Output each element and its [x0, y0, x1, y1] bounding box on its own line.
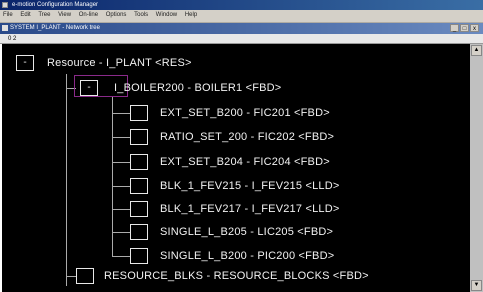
window-controls: _ □ x [450, 24, 479, 32]
tree-line-child [112, 256, 130, 257]
scroll-down-button[interactable]: ▼ [471, 280, 482, 291]
tree-item-child[interactable]: EXT_SET_B200 - FIC201 <FBD> [160, 106, 330, 120]
minimize-button[interactable]: _ [450, 24, 459, 32]
maximize-button[interactable]: □ [460, 24, 469, 32]
child-window-title: SYSTEM I_PLANT - Network tree [10, 25, 100, 31]
tree-item-checkbox[interactable] [130, 178, 148, 194]
tree-toolbar: 0 2 [0, 34, 483, 44]
menu-bar: File Edit Tree View On-line Options Tool… [0, 10, 483, 20]
tree-line-sibling [66, 276, 76, 277]
tree-item-sibling[interactable]: RESOURCE_BLKS - RESOURCE_BLOCKS <FBD> [104, 269, 369, 283]
tree-line-child [112, 113, 130, 114]
tree-item-checkbox[interactable] [130, 201, 148, 217]
tree-line-child [112, 162, 130, 163]
collapse-toggle-root[interactable]: - [16, 55, 34, 71]
tree-line-child [112, 186, 130, 187]
collapse-toggle-node[interactable]: - [80, 80, 98, 96]
vertical-scrollbar[interactable]: ▲ ▼ [470, 44, 483, 292]
menu-window[interactable]: Window [153, 10, 180, 20]
tree-item-checkbox[interactable] [130, 154, 148, 170]
menu-help[interactable]: Help [182, 10, 200, 20]
tree-item-child[interactable]: SINGLE_L_B200 - PIC200 <FBD> [160, 249, 334, 263]
app-icon [2, 2, 8, 8]
scroll-up-button[interactable]: ▲ [471, 45, 482, 56]
tree-item-checkbox[interactable] [130, 105, 148, 121]
menu-options[interactable]: Options [103, 10, 130, 20]
tree-item-checkbox[interactable] [130, 248, 148, 264]
tree-item-child[interactable]: BLK_1_FEV215 - I_FEV215 <LLD> [160, 179, 339, 193]
tree-line-root [66, 74, 67, 286]
tree-item-checkbox[interactable] [130, 129, 148, 145]
tree-item-child[interactable]: RATIO_SET_200 - FIC202 <FBD> [160, 130, 334, 144]
menu-tree[interactable]: Tree [35, 10, 53, 20]
tree-item-checkbox[interactable] [130, 224, 148, 240]
app-title-bar: e-motion Configuration Manager [0, 0, 483, 10]
tree-line-child [112, 232, 130, 233]
tree-item-node[interactable]: I_BOILER200 - BOILER1 <FBD> [114, 81, 281, 95]
menu-online[interactable]: On-line [76, 10, 101, 20]
window-icon [2, 25, 8, 31]
toolbar-text: 0 2 [8, 36, 17, 42]
network-tree: - Resource - I_PLANT <RES> - I_BOILER200… [2, 44, 470, 292]
tree-item-checkbox[interactable] [76, 268, 94, 284]
tree-line-child [112, 137, 130, 138]
child-window-title-bar: SYSTEM I_PLANT - Network tree _ □ x [0, 23, 483, 34]
tree-item-child[interactable]: EXT_SET_B204 - FIC204 <FBD> [160, 155, 330, 169]
tree-line-child [112, 209, 130, 210]
menu-edit[interactable]: Edit [17, 10, 33, 20]
menu-file[interactable]: File [0, 10, 16, 20]
app-title: e-motion Configuration Manager [12, 2, 99, 8]
tree-item-child[interactable]: SINGLE_L_B205 - LIC205 <FBD> [160, 225, 333, 239]
tree-item-child[interactable]: BLK_1_FEV217 - I_FEV217 <LLD> [160, 202, 339, 216]
menu-view[interactable]: View [55, 10, 74, 20]
close-button[interactable]: x [470, 24, 479, 32]
menu-tools[interactable]: Tools [131, 10, 151, 20]
tree-item-root[interactable]: Resource - I_PLANT <RES> [47, 56, 192, 70]
